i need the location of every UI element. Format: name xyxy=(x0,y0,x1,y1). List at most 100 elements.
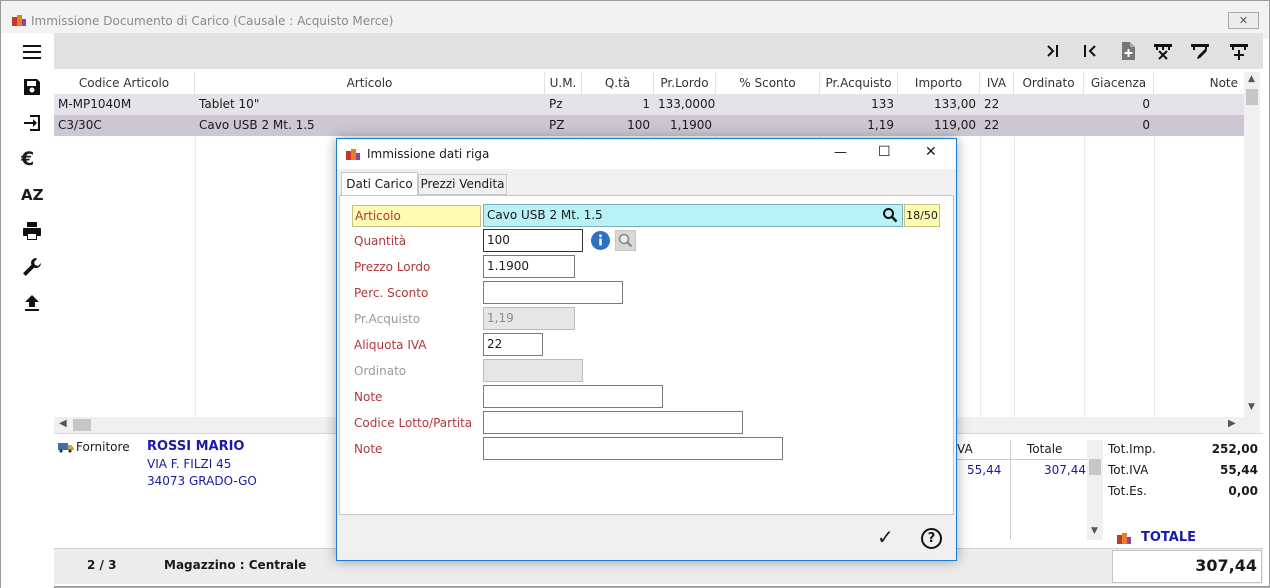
prezzo-lordo-field[interactable]: 1.1900 xyxy=(483,255,575,278)
column-header[interactable]: Note xyxy=(1154,72,1244,94)
table-cell: 22 xyxy=(984,118,1000,132)
articolo-field[interactable]: Cavo USB 2 Mt. 1.5 xyxy=(483,204,903,227)
tab-dati-carico[interactable]: Dati Carico xyxy=(341,172,418,196)
edit-row-icon[interactable] xyxy=(1190,41,1210,61)
toolbar xyxy=(54,33,1263,69)
new-document-icon[interactable] xyxy=(1118,41,1138,61)
supplier-address: VIA F. FILZI 45 xyxy=(147,457,232,471)
help-button[interactable]: ? xyxy=(921,528,942,549)
column-header[interactable]: Codice Articolo xyxy=(54,72,195,94)
note-label: Note xyxy=(354,390,383,404)
scroll-thumb[interactable] xyxy=(1089,459,1101,475)
menu-icon[interactable] xyxy=(21,41,43,63)
column-header[interactable]: Articolo xyxy=(195,72,545,94)
table-cell: 1,19 xyxy=(867,118,894,132)
supplier-city: 34073 GRADO-GO xyxy=(147,474,257,488)
supplier-name[interactable]: ROSSI MARIO xyxy=(147,439,244,454)
table-cell: 1 xyxy=(642,97,650,111)
aliquota-iva-field[interactable]: 22 xyxy=(483,333,543,356)
table-cell: PZ xyxy=(549,118,565,132)
wrench-icon[interactable] xyxy=(21,256,43,278)
magnifier-icon[interactable] xyxy=(615,230,636,251)
ordinato-field xyxy=(483,359,583,382)
scroll-down-icon[interactable]: ▼ xyxy=(1248,402,1255,412)
table-cell: C3/30C xyxy=(58,118,102,132)
column-header[interactable]: % Sconto xyxy=(716,72,820,94)
vat-table-scrollbar[interactable]: ▼ xyxy=(1087,440,1103,540)
table-cell: M-MP1040M xyxy=(58,97,132,111)
vat-header-partial: VA xyxy=(957,442,973,456)
truck-icon xyxy=(58,443,74,453)
articolo-label: Articolo xyxy=(352,205,481,227)
character-counter: 18/50 xyxy=(904,204,940,227)
vat-header-total: Totale xyxy=(1027,442,1063,456)
scroll-thumb[interactable] xyxy=(73,419,91,431)
perc-sconto-label: Perc. Sconto xyxy=(354,286,429,300)
vat-table-header: VA Totale xyxy=(957,440,1087,540)
sort-az-icon[interactable]: AZ xyxy=(21,184,44,206)
print-icon[interactable] xyxy=(21,220,43,242)
scroll-up-icon[interactable]: ▲ xyxy=(1248,74,1255,84)
insert-row-icon[interactable] xyxy=(1229,41,1249,61)
note2-label: Note xyxy=(354,442,383,456)
tot-es-value: 0,00 xyxy=(1228,484,1258,498)
grand-total-box: 307,44 xyxy=(1112,550,1262,583)
app-icon xyxy=(346,149,360,160)
tab-panel xyxy=(339,195,954,515)
scroll-down-icon[interactable]: ▼ xyxy=(1091,526,1098,536)
codice-lotto-field[interactable] xyxy=(483,411,743,434)
tot-imp-label: Tot.Imp. xyxy=(1108,442,1156,456)
table-row[interactable]: M-MP1040M Tablet 10" Pz 1 133,0000 133 1… xyxy=(54,94,1244,115)
column-header[interactable]: Pr.Lordo xyxy=(654,72,716,94)
first-record-icon[interactable] xyxy=(1080,41,1100,61)
table-cell xyxy=(1154,94,1244,115)
last-record-icon[interactable] xyxy=(1043,41,1063,61)
column-header[interactable]: Ordinato xyxy=(1014,72,1084,94)
euro-icon[interactable]: € xyxy=(21,148,34,170)
scroll-thumb[interactable] xyxy=(1246,89,1258,105)
table-row[interactable]: C3/30C Cavo USB 2 Mt. 1.5 PZ 100 1,1900 … xyxy=(54,115,1244,136)
tot-iva-value: 55,44 xyxy=(1220,463,1258,477)
maximize-icon[interactable]: ☐ xyxy=(878,144,891,160)
grand-total-value: 307,44 xyxy=(1195,556,1257,575)
info-icon[interactable] xyxy=(590,230,611,251)
search-icon[interactable] xyxy=(882,207,898,223)
total-icon xyxy=(1117,533,1131,544)
save-icon[interactable] xyxy=(21,76,43,98)
vat-total: 307,44 xyxy=(1044,463,1086,477)
column-header[interactable]: U.M. xyxy=(545,72,582,94)
table-cell xyxy=(716,94,820,115)
grid-vertical-scrollbar[interactable]: ▲ ▼ xyxy=(1244,72,1260,417)
table-cell xyxy=(716,115,820,136)
note2-field[interactable] xyxy=(483,437,783,460)
perc-sconto-field[interactable] xyxy=(483,281,623,304)
column-header[interactable]: IVA xyxy=(980,72,1014,94)
table-cell: 100 xyxy=(627,118,650,132)
tab-prezzi-vendita[interactable]: Prezzi Vendita xyxy=(418,174,507,195)
supplier-label: Fornitore xyxy=(76,440,130,454)
minimize-icon[interactable]: — xyxy=(834,145,847,160)
scroll-right-icon[interactable]: ▶ xyxy=(1228,418,1236,429)
column-header[interactable]: Importo xyxy=(898,72,980,94)
page-indicator: 2 / 3 xyxy=(87,558,117,572)
column-header[interactable]: Pr.Acquisto xyxy=(820,72,898,94)
upload-icon[interactable] xyxy=(21,292,43,314)
quantita-field[interactable]: 100 xyxy=(483,229,583,252)
note-field[interactable] xyxy=(483,385,663,408)
column-header[interactable]: Q.tà xyxy=(582,72,654,94)
import-icon[interactable] xyxy=(21,112,43,134)
sidebar: € AZ xyxy=(1,33,54,588)
table-cell: 22 xyxy=(984,97,1000,111)
table-cell: Cavo USB 2 Mt. 1.5 xyxy=(199,118,315,132)
ordinato-label: Ordinato xyxy=(354,364,407,378)
scroll-left-icon[interactable]: ◀ xyxy=(59,418,67,429)
table-cell: 133,00 xyxy=(934,97,976,111)
column-header[interactable]: Giacenza xyxy=(1084,72,1154,94)
codice-lotto-label: Codice Lotto/Partita xyxy=(354,416,473,430)
delete-row-icon[interactable] xyxy=(1153,41,1173,61)
table-cell xyxy=(1014,115,1084,136)
confirm-button[interactable]: ✓ xyxy=(877,525,894,549)
dialog-close-icon[interactable]: ✕ xyxy=(925,144,937,160)
grand-total-label: TOTALE xyxy=(1141,530,1197,545)
window-close-button[interactable]: ✕ xyxy=(1228,12,1259,29)
